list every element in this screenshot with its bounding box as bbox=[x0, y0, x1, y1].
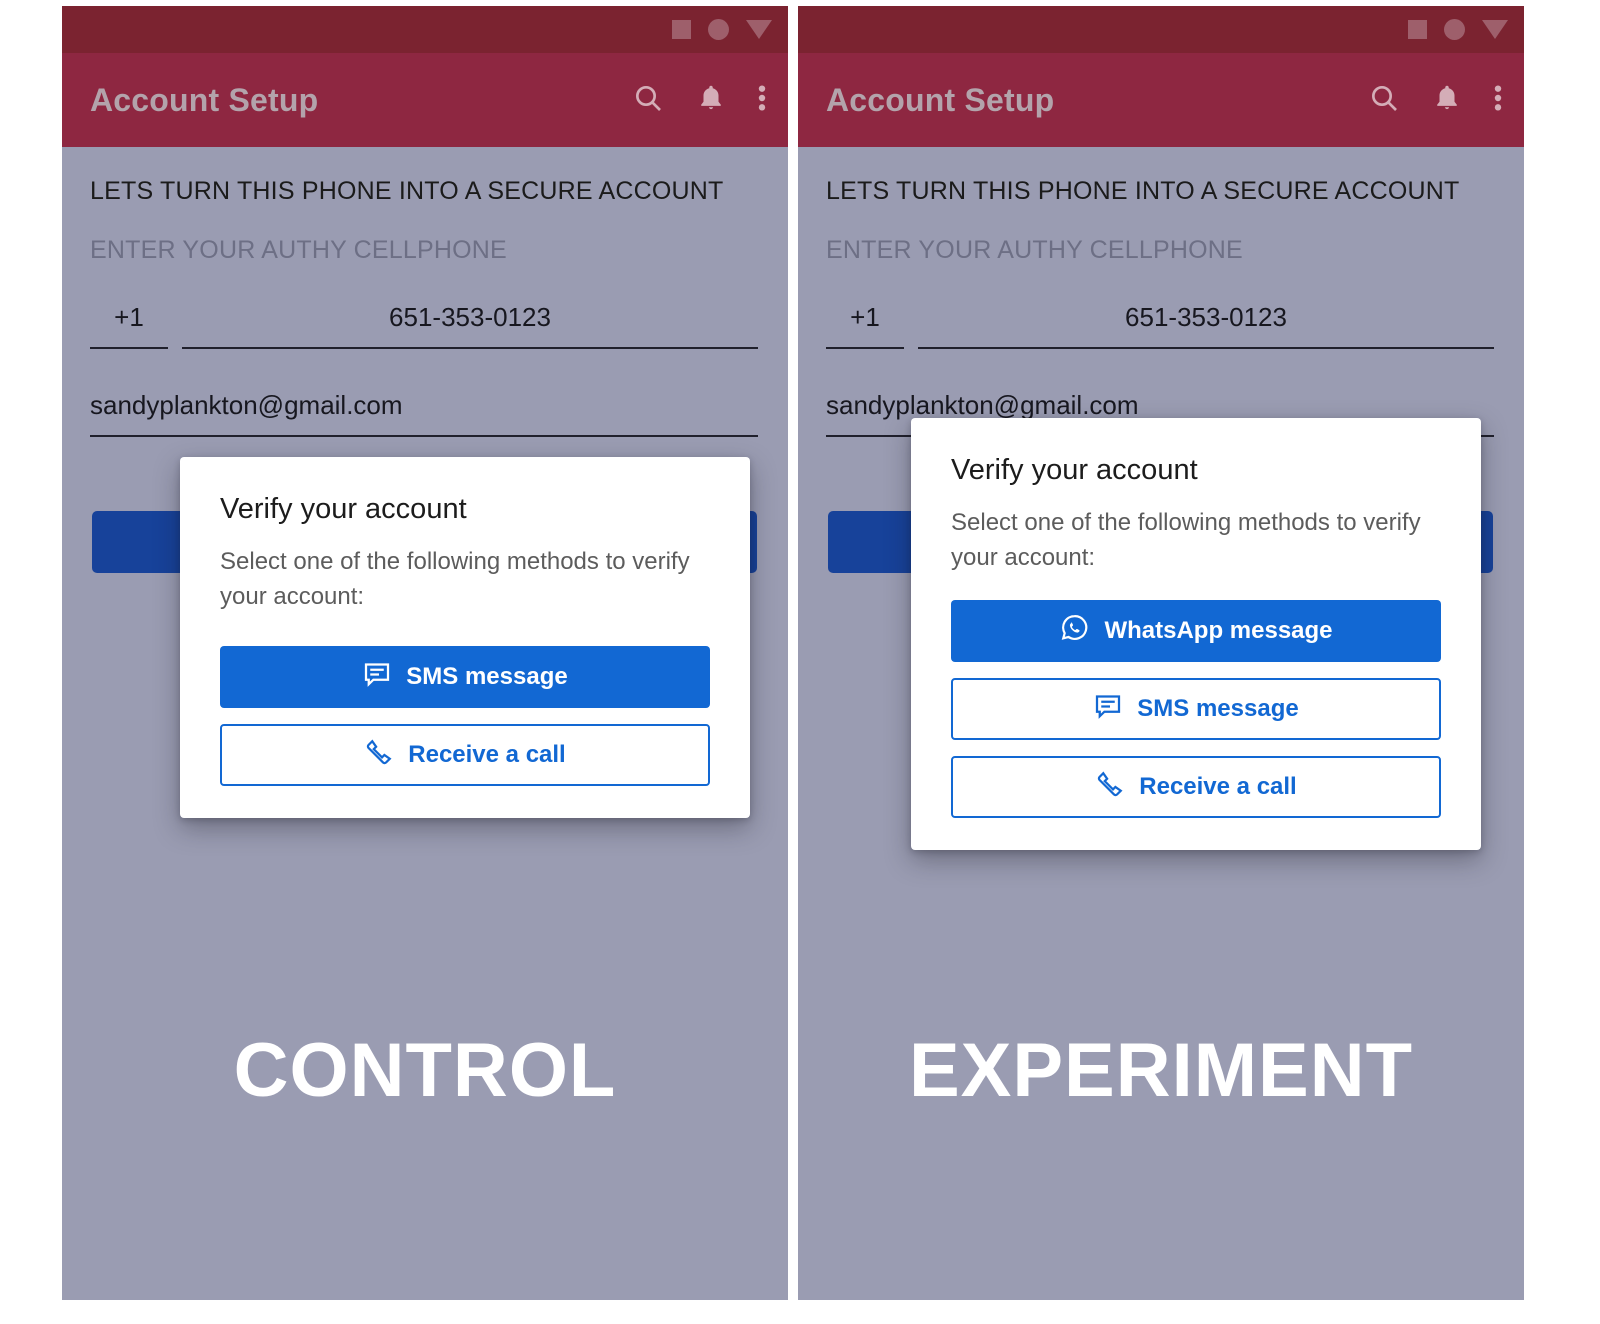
country-code-input[interactable]: +1 bbox=[90, 302, 168, 349]
sms-icon bbox=[362, 659, 392, 696]
dialog-subtitle: Select one of the following methods to v… bbox=[220, 548, 690, 610]
dialog-subtitle: Select one of the following methods to v… bbox=[951, 509, 1421, 571]
page-headline: LETS TURN THIS PHONE INTO A SECURE ACCOU… bbox=[90, 177, 724, 205]
triangle-down-icon bbox=[746, 20, 772, 39]
app-bar-title: Account Setup bbox=[826, 81, 1055, 118]
status-bar bbox=[798, 6, 1524, 53]
sms-message-label: SMS message bbox=[406, 663, 568, 691]
square-icon bbox=[672, 20, 691, 39]
country-code-input[interactable]: +1 bbox=[826, 302, 904, 349]
variant-panel-experiment: Account Setup LETS TURN THIS PHONE INTO … bbox=[798, 6, 1524, 1300]
app-bar: Account Setup bbox=[798, 53, 1524, 147]
dialog-title: Verify your account bbox=[951, 454, 1198, 486]
variant-label-control: CONTROL bbox=[233, 1028, 617, 1113]
receive-a-call-label: Receive a call bbox=[1139, 773, 1297, 801]
app-bar-actions bbox=[632, 53, 766, 147]
app-bar: Account Setup bbox=[62, 53, 788, 147]
whatsapp-message-label: WhatsApp message bbox=[1104, 617, 1333, 645]
phone-number-input[interactable]: 651-353-0123 bbox=[918, 302, 1494, 349]
page-subheadline: ENTER YOUR AUTHY CELLPHONE bbox=[826, 236, 1243, 264]
status-bar-icons bbox=[672, 6, 772, 53]
status-bar-icons bbox=[1408, 6, 1508, 53]
search-icon[interactable] bbox=[1368, 82, 1400, 119]
receive-a-call-button[interactable]: Receive a call bbox=[951, 756, 1441, 819]
sms-message-label: SMS message bbox=[1137, 695, 1299, 723]
whatsapp-message-button[interactable]: WhatsApp message bbox=[951, 600, 1441, 663]
page-headline: LETS TURN THIS PHONE INTO A SECURE ACCOU… bbox=[826, 177, 1460, 205]
variant-panel-control: Account Setup LETS TURN THIS PHONE INTO … bbox=[62, 6, 788, 1300]
variant-label-experiment: EXPERIMENT bbox=[908, 1028, 1414, 1113]
overflow-menu-icon[interactable] bbox=[1494, 82, 1502, 119]
whatsapp-icon bbox=[1059, 612, 1090, 650]
phone-number-input[interactable]: 651-353-0123 bbox=[182, 302, 758, 349]
triangle-down-icon bbox=[1482, 20, 1508, 39]
circle-icon bbox=[1444, 19, 1465, 40]
status-bar bbox=[62, 6, 788, 53]
bell-icon[interactable] bbox=[1432, 82, 1462, 119]
verify-account-dialog: Verify your account Select one of the fo… bbox=[180, 457, 750, 819]
overflow-menu-icon[interactable] bbox=[758, 82, 766, 119]
sms-message-button[interactable]: SMS message bbox=[951, 678, 1441, 741]
receive-a-call-button[interactable]: Receive a call bbox=[220, 724, 710, 787]
verify-account-dialog: Verify your account Select one of the fo… bbox=[911, 418, 1481, 851]
page-subheadline: ENTER YOUR AUTHY CELLPHONE bbox=[90, 236, 507, 264]
search-icon[interactable] bbox=[632, 82, 664, 119]
comparison-stage: Account Setup LETS TURN THIS PHONE INTO … bbox=[0, 0, 1600, 1324]
app-bar-title: Account Setup bbox=[90, 81, 319, 118]
sms-icon bbox=[1093, 691, 1123, 728]
sms-message-button[interactable]: SMS message bbox=[220, 646, 710, 709]
circle-icon bbox=[708, 19, 729, 40]
phone-row: +1 651-353-0123 bbox=[826, 302, 1494, 349]
bell-icon[interactable] bbox=[696, 82, 726, 119]
phone-icon bbox=[364, 737, 394, 774]
app-bar-actions bbox=[1368, 53, 1502, 147]
dialog-title: Verify your account bbox=[220, 493, 467, 525]
screen-body: LETS TURN THIS PHONE INTO A SECURE ACCOU… bbox=[62, 147, 788, 1300]
square-icon bbox=[1408, 20, 1427, 39]
phone-row: +1 651-353-0123 bbox=[90, 302, 758, 349]
receive-a-call-label: Receive a call bbox=[408, 741, 566, 769]
screen-body: LETS TURN THIS PHONE INTO A SECURE ACCOU… bbox=[798, 147, 1524, 1300]
phone-icon bbox=[1095, 769, 1125, 806]
email-input[interactable]: sandyplankton@gmail.com bbox=[90, 390, 758, 437]
